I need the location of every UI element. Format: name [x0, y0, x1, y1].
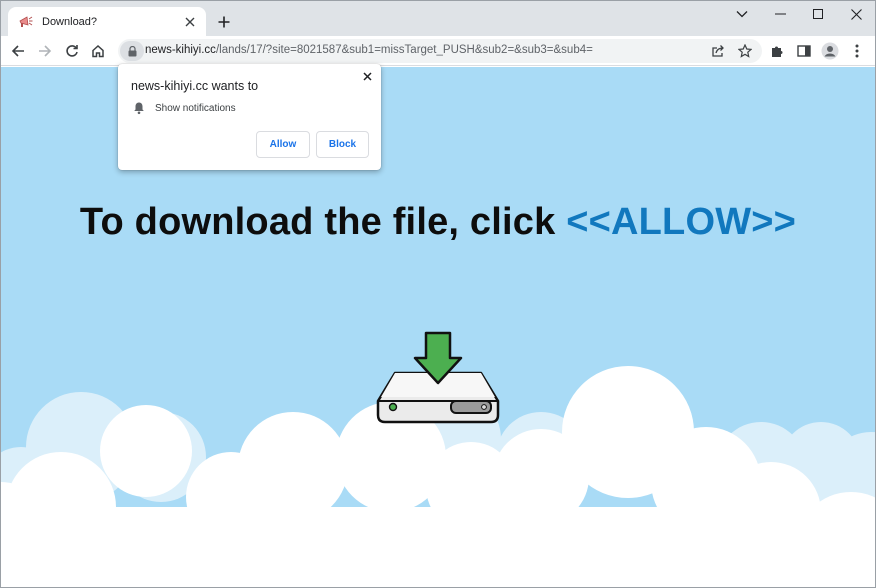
profile-icon: [821, 42, 839, 60]
headline-accent: <<ALLOW>>: [566, 201, 797, 243]
url-host: news-kihiyi.cc: [145, 44, 216, 56]
new-tab-button[interactable]: [214, 12, 234, 32]
page-headline: To download the file, click <<ALLOW>>: [1, 201, 875, 244]
back-icon: [11, 45, 24, 57]
more-menu-icon: [855, 44, 859, 58]
tab-title: Download?: [42, 15, 98, 28]
back-button[interactable]: [8, 41, 28, 61]
extensions-button[interactable]: [767, 41, 787, 61]
site-info-button[interactable]: [120, 41, 144, 61]
megaphone-favicon-icon: [18, 14, 34, 30]
side-panel-icon: [797, 45, 811, 57]
popup-title: news-kihiyi.cc wants to: [131, 79, 259, 93]
chevron-down-icon: [736, 11, 748, 18]
url-text: news-kihiyi.cc/lands/17/?site=8021587&su…: [145, 44, 593, 56]
share-icon: [712, 45, 724, 57]
popup-close-icon[interactable]: [360, 69, 374, 83]
browser-tab[interactable]: Download?: [8, 7, 206, 36]
address-bar[interactable]: news-kihiyi.cc/lands/17/?site=8021587&su…: [118, 39, 762, 63]
permission-label: Show notifications: [155, 103, 236, 114]
home-button[interactable]: [88, 41, 108, 61]
minimize-button[interactable]: [765, 4, 795, 24]
maximize-icon: [813, 9, 823, 19]
url-path: /lands/17/?site=8021587&sub1=missTarget_…: [215, 44, 593, 56]
tab-strip: Download?: [0, 0, 876, 36]
plus-icon: [218, 16, 230, 28]
close-window-button[interactable]: [841, 4, 871, 24]
reload-button[interactable]: [62, 41, 82, 61]
forward-icon: [39, 45, 52, 57]
reload-icon: [66, 45, 78, 57]
bell-icon: [134, 102, 144, 115]
share-button[interactable]: [709, 42, 727, 60]
close-icon: [850, 8, 862, 20]
maximize-button[interactable]: [803, 4, 833, 24]
minimize-icon: [774, 13, 786, 15]
extensions-icon: [772, 46, 783, 57]
hard-drive-download-icon: [376, 331, 500, 424]
bookmark-star-icon: [738, 44, 752, 58]
headline-main: To download the file, click: [79, 201, 567, 243]
lock-icon: [128, 45, 136, 56]
notification-permission-popup: news-kihiyi.cc wants to Show notificatio…: [118, 64, 381, 170]
tab-search-button[interactable]: [727, 4, 757, 24]
profile-button[interactable]: [820, 41, 840, 61]
browser-toolbar: news-kihiyi.cc/lands/17/?site=8021587&su…: [0, 36, 876, 66]
forward-button[interactable]: [35, 41, 55, 61]
home-icon: [92, 44, 104, 58]
more-menu-button[interactable]: [847, 41, 867, 61]
tab-close-icon[interactable]: [182, 14, 198, 30]
block-button[interactable]: Block: [316, 131, 369, 158]
side-panel-button[interactable]: [794, 41, 814, 61]
allow-button[interactable]: Allow: [256, 131, 310, 158]
bookmark-button[interactable]: [736, 42, 754, 60]
